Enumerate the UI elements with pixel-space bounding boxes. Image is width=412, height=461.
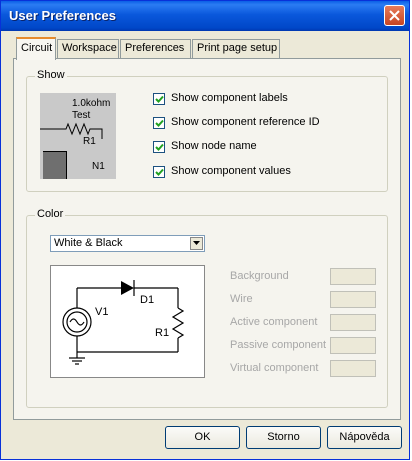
show-component-labels-checkbox[interactable] — [153, 93, 165, 105]
checkmark-icon — [155, 143, 164, 151]
circuit-resistor-label: R1 — [155, 327, 170, 339]
preview-value-label: 1.0kohm — [72, 98, 111, 109]
title-bar[interactable]: User Preferences — [1, 1, 409, 31]
virtual-component-color-label: Virtual component — [230, 362, 319, 374]
tab-workspace[interactable]: Workspace — [57, 39, 119, 58]
color-scheme-select[interactable]: White & Black — [50, 235, 205, 252]
chevron-down-icon — [193, 241, 200, 245]
circuit-preview: V1 D1 R1 — [50, 265, 205, 378]
sample-circuit-icon — [62, 280, 185, 365]
show-node-name-label: Show node name — [171, 140, 257, 152]
background-color-label: Background — [230, 270, 289, 282]
tab-print-page-setup[interactable]: Print page setup — [192, 39, 280, 58]
close-button[interactable] — [384, 5, 405, 26]
checkmark-icon — [155, 168, 164, 176]
show-node-name-checkbox[interactable] — [153, 141, 165, 153]
tab-circuit[interactable]: Circuit — [16, 37, 56, 60]
active-component-color-label: Active component — [230, 316, 318, 328]
resistor-icon — [40, 122, 103, 139]
active-component-color-button[interactable] — [330, 314, 376, 331]
show-component-values-label: Show component values — [171, 165, 291, 177]
component-preview: 1.0kohm Test R1 N1 — [40, 93, 116, 179]
passive-component-color-label: Passive component — [230, 339, 326, 351]
show-group-label: Show — [35, 69, 67, 81]
tab-preferences[interactable]: Preferences — [120, 39, 191, 58]
window-title: User Preferences — [9, 8, 116, 23]
passive-component-color-button[interactable] — [330, 337, 376, 354]
wire-color-button[interactable] — [330, 291, 376, 308]
color-group-label: Color — [35, 208, 66, 220]
color-scheme-value: White & Black — [54, 237, 123, 249]
help-button[interactable]: Nápověda — [327, 426, 402, 449]
wire-color-label: Wire — [230, 293, 253, 305]
checkmark-icon — [155, 119, 164, 127]
cancel-button[interactable]: Storno — [246, 426, 321, 449]
ok-button[interactable]: OK — [165, 426, 240, 449]
circuit-diode-label: D1 — [140, 294, 155, 306]
preview-ref-label: R1 — [83, 136, 96, 147]
show-component-labels-label: Show component labels — [171, 92, 288, 104]
background-color-button[interactable] — [330, 268, 376, 285]
preview-component-block — [43, 151, 67, 179]
show-reference-id-checkbox[interactable] — [153, 117, 165, 129]
checkmark-icon — [155, 95, 164, 103]
preferences-dialog: User Preferences Circuit Workspace Prefe… — [0, 0, 410, 460]
dropdown-button[interactable] — [190, 237, 203, 250]
virtual-component-color-button[interactable] — [330, 360, 376, 377]
circuit-source-label: V1 — [95, 306, 109, 318]
preview-node-label: N1 — [92, 161, 105, 172]
show-reference-id-label: Show component reference ID — [171, 116, 320, 128]
close-icon — [389, 10, 400, 21]
show-component-values-checkbox[interactable] — [153, 166, 165, 178]
